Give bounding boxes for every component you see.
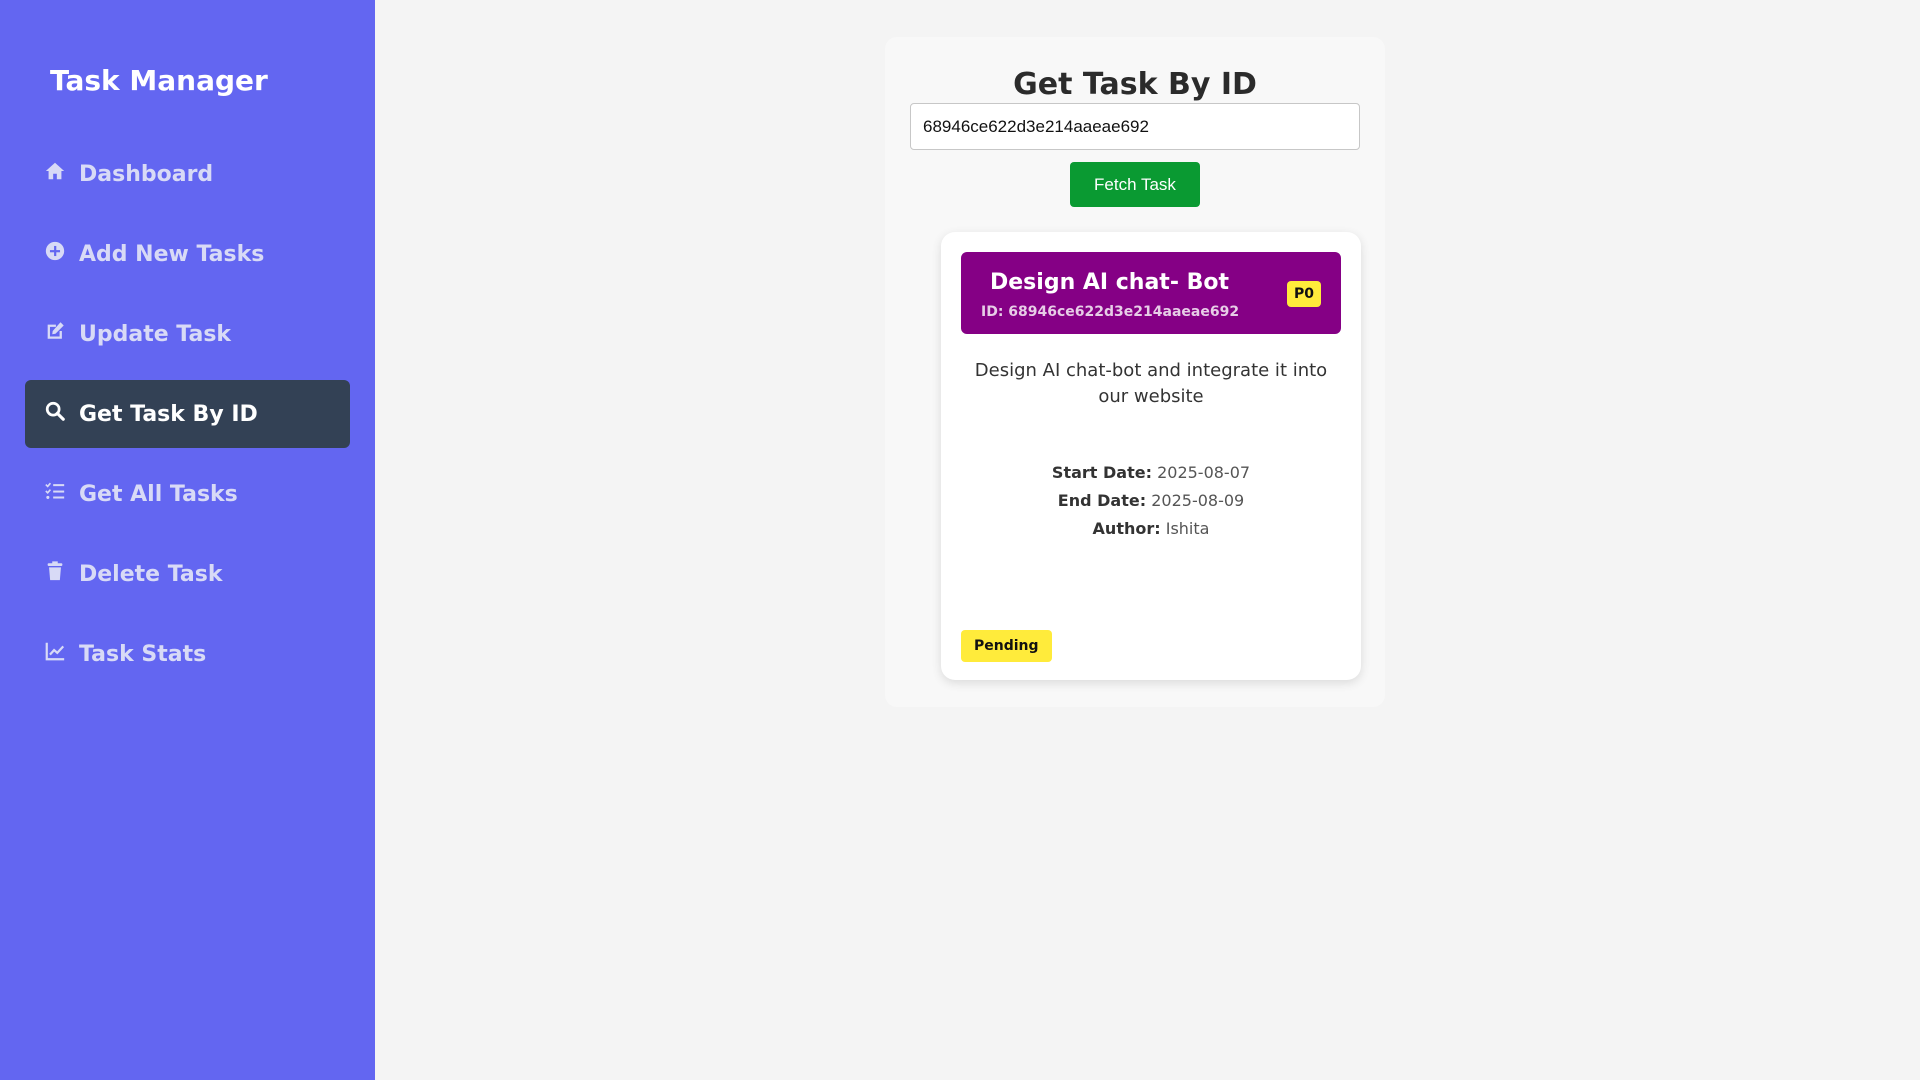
author-label: Author: bbox=[1092, 519, 1161, 538]
task-card: Design AI chat- Bot ID: 68946ce622d3e214… bbox=[941, 232, 1361, 680]
sidebar-item-label: Get Task By ID bbox=[79, 401, 258, 427]
start-date-line: Start Date: 2025-08-07 bbox=[961, 463, 1341, 482]
task-description: Design AI chat-bot and integrate it into… bbox=[974, 360, 1328, 407]
sidebar-item-label: Add New Tasks bbox=[79, 241, 265, 267]
fetch-task-button[interactable]: Fetch Task bbox=[1070, 162, 1200, 207]
edit-icon bbox=[43, 319, 67, 343]
sidebar-item-update-task[interactable]: Update Task bbox=[25, 300, 350, 368]
sidebar-item-get-all-tasks[interactable]: Get All Tasks bbox=[25, 460, 350, 528]
sidebar-item-label: Get All Tasks bbox=[79, 481, 238, 507]
start-date-value: 2025-08-07 bbox=[1157, 463, 1251, 482]
sidebar-item-add-new-tasks[interactable]: Add New Tasks bbox=[25, 220, 350, 288]
page-title: Get Task By ID bbox=[1013, 67, 1257, 102]
sidebar-item-dashboard[interactable]: Dashboard bbox=[25, 140, 350, 208]
end-date-label: End Date: bbox=[1057, 491, 1147, 510]
search-icon bbox=[43, 399, 67, 423]
task-card-header: Design AI chat- Bot ID: 68946ce622d3e214… bbox=[961, 252, 1341, 334]
sidebar: Task Manager Dashboard Add New Tasks Upd… bbox=[0, 0, 375, 1080]
chart-line-icon bbox=[43, 639, 67, 663]
task-title: Design AI chat- Bot bbox=[990, 270, 1230, 295]
home-icon bbox=[43, 159, 67, 183]
sidebar-item-delete-task[interactable]: Delete Task bbox=[25, 540, 350, 608]
start-date-label: Start Date: bbox=[1051, 463, 1152, 482]
end-date-value: 2025-08-09 bbox=[1151, 491, 1245, 510]
plus-circle-icon bbox=[43, 239, 67, 263]
author-value: Ishita bbox=[1165, 519, 1210, 538]
sidebar-item-label: Task Stats bbox=[79, 641, 207, 667]
sidebar-item-get-task-by-id[interactable]: Get Task By ID bbox=[25, 380, 350, 448]
get-task-panel: Get Task By ID Fetch Task Design AI chat… bbox=[885, 37, 1385, 707]
sidebar-item-label: Update Task bbox=[79, 321, 232, 347]
author-line: Author: Ishita bbox=[961, 519, 1341, 538]
task-id-input[interactable] bbox=[910, 103, 1360, 150]
list-check-icon bbox=[43, 479, 67, 503]
priority-badge: P0 bbox=[1286, 281, 1321, 307]
app-title: Task Manager bbox=[50, 64, 268, 97]
trash-icon bbox=[43, 559, 67, 583]
sidebar-item-label: Dashboard bbox=[79, 161, 214, 187]
sidebar-item-task-stats[interactable]: Task Stats bbox=[25, 620, 350, 688]
sidebar-item-label: Delete Task bbox=[79, 561, 223, 587]
task-id: ID: 68946ce622d3e214aaeae692 bbox=[981, 304, 1240, 320]
status-badge: Pending bbox=[961, 630, 1052, 662]
end-date-line: End Date: 2025-08-09 bbox=[961, 491, 1341, 510]
